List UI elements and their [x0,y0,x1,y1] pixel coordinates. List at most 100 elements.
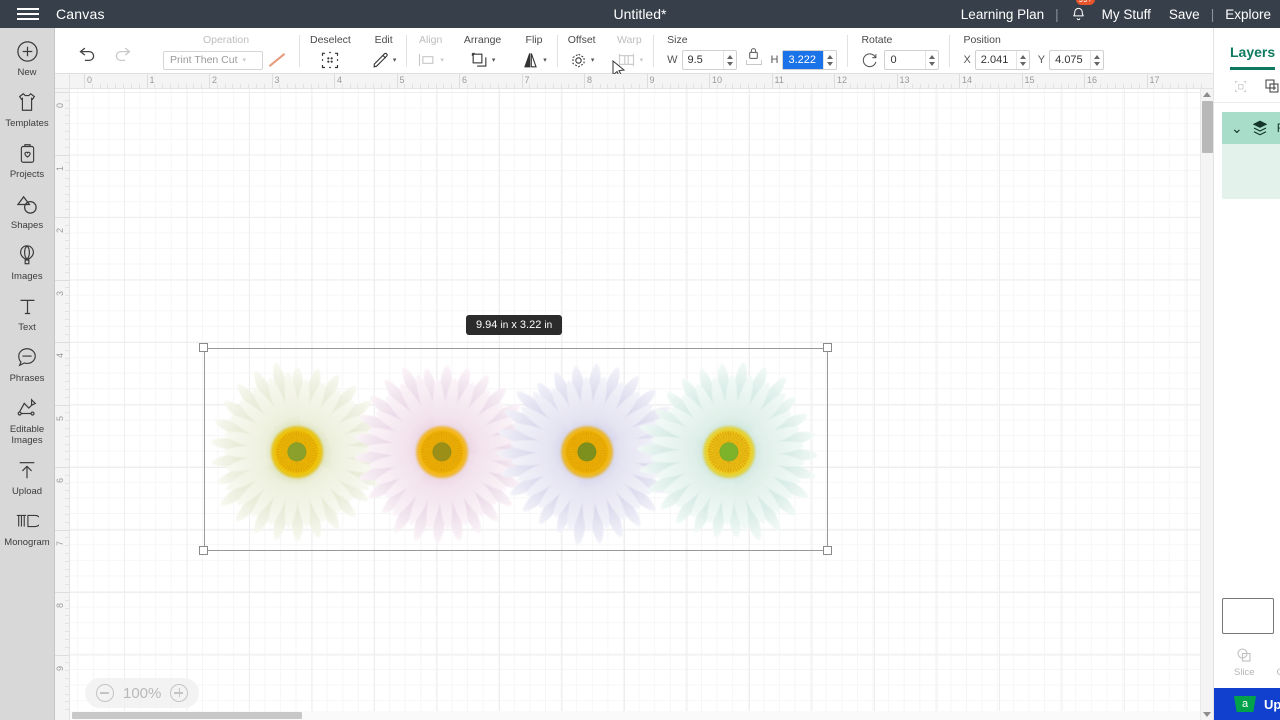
slice-button[interactable]: Slice [1234,646,1255,678]
ruler-minor-tick [65,302,69,304]
pencil-icon[interactable] [371,51,390,70]
width-stepper[interactable] [722,51,736,69]
vertical-ruler: 0 1 2 3 4 5 6 7 8 9 [55,89,70,720]
ruler-tick [396,74,398,88]
scroll-down-arrow-icon[interactable] [1203,712,1211,717]
chevron-down-icon[interactable]: ▾ [393,56,397,64]
ruler-tick [896,74,898,88]
sidebar-item-templates[interactable]: Templates [0,89,55,129]
height-value[interactable] [783,51,824,69]
ruler-tick [55,279,69,281]
redo-arrow-icon[interactable] [112,42,133,63]
chevron-down-icon[interactable]: ▾ [440,56,444,64]
offset-gear-icon[interactable] [569,51,588,70]
sidebar-item-images[interactable]: Images [0,242,55,282]
layer-header[interactable]: ⌄ Fl [1222,112,1280,144]
chevron-down-icon[interactable]: ▾ [543,56,547,64]
ruler-minor-tick [287,84,289,88]
ruler-minor-tick [65,107,69,109]
header-actions: Learning Plan | 99+ My Stuff Save | Expl… [952,0,1280,28]
layers-toolbar [1214,70,1280,103]
chevron-down-icon[interactable]: ▾ [640,56,644,64]
operation-select[interactable]: Print Then Cut ▾ [163,50,263,70]
ruler-minor-tick [65,365,69,367]
line-color-icon[interactable] [265,51,289,70]
selection-handle-top-left[interactable] [199,343,208,352]
pos-x-value[interactable] [975,51,1016,69]
sidebar-item-monogram[interactable]: Monogram [0,508,55,548]
chevron-down-icon[interactable]: ⌄ [1231,121,1243,135]
sidebar-item-new[interactable]: New [0,38,55,78]
header-canvas-label[interactable]: Canvas [56,6,105,22]
rotate-input[interactable] [884,50,940,70]
lock-closed-icon[interactable] [743,47,765,65]
dimension-tooltip: 9.94 in x 3.22 in [466,315,563,335]
ruler-minor-tick [982,84,984,88]
arrange-layers-icon[interactable] [470,51,489,70]
layer-sublayers [1222,144,1280,199]
sidebar-item-phrases[interactable]: Phrases [0,344,55,384]
explore-machine-selector[interactable]: Explore [1216,7,1280,22]
ruler-minor-tick [232,84,234,88]
slice-icon [1237,648,1251,662]
rotate-value[interactable] [885,51,926,69]
sidebar-item-text[interactable]: Text [0,293,55,333]
horizontal-scroll-thumb[interactable] [72,712,302,719]
vertical-scroll-thumb[interactable] [1202,101,1213,153]
layer-item[interactable]: ⌄ Fl [1222,112,1280,199]
ruler-minor-tick [1130,84,1132,88]
pos-x-stepper[interactable] [1015,51,1029,69]
plus-circle-icon[interactable] [170,684,189,702]
align-left-icon[interactable] [417,51,437,69]
sidebar-item-upload[interactable]: Upload [0,457,55,497]
ruler-minor-tick [65,623,69,625]
clipboard-heart-icon [17,140,38,166]
scroll-up-arrow-icon[interactable] [1203,92,1211,97]
deselect-marquee-icon[interactable] [320,50,340,70]
group-layers-icon[interactable] [1233,78,1248,95]
rotate-icon[interactable] [861,52,878,69]
undo-arrow-icon[interactable] [77,42,98,63]
rotate-stepper[interactable] [925,51,938,69]
upgrade-cta-button[interactable]: a Up t [1214,688,1280,720]
duplicate-layer-icon[interactable] [1264,77,1280,95]
notification-bell-icon[interactable]: 99+ [1067,0,1096,28]
canvas-area[interactable]: 0 1 2 3 4 5 6 7 8 9 10 11 12 13 14 15 16 17 0 1 2 3 4 5 6 7 8 9 9.… [55,74,1213,720]
selection-handle-top-right[interactable] [823,343,832,352]
width-value[interactable] [682,51,723,69]
ruler-tick [55,92,69,93]
save-button[interactable]: Save [1160,7,1209,22]
my-stuff-link[interactable]: My Stuff [1093,7,1160,22]
height-field-row: H [771,50,838,70]
pos-y-value[interactable] [1050,51,1091,69]
selection-handle-bottom-left[interactable] [199,546,208,555]
flip-horizontal-icon[interactable] [521,51,540,70]
width-input[interactable] [681,50,737,70]
hamburger-icon[interactable] [0,0,56,28]
pos-y-stepper[interactable] [1090,51,1103,69]
sidebar-item-shapes[interactable]: Shapes [0,191,55,231]
ruler-minor-tick [513,84,515,88]
canvas-vertical-scrollbar[interactable] [1200,89,1213,720]
pos-x-input[interactable] [974,50,1030,70]
canvas-horizontal-scrollbar[interactable] [70,711,1200,720]
height-stepper[interactable] [823,51,836,69]
ruler-minor-tick [568,84,570,88]
ruler-minor-tick [65,381,69,383]
warp-icon[interactable] [616,51,637,69]
chevron-down-icon[interactable]: ▾ [591,56,595,64]
learning-plan-link[interactable]: Learning Plan [952,7,1053,22]
ruler-minor-tick [65,638,69,640]
ruler-minor-tick [65,693,69,695]
sidebar-item-projects[interactable]: Projects [0,140,55,180]
sidebar-item-editable-images[interactable]: Editable Images [0,395,55,446]
height-input[interactable] [782,50,838,70]
combine-button[interactable]: Comb [1277,646,1280,678]
tab-layers[interactable]: Layers [1230,44,1276,70]
selection-bounding-box[interactable] [204,348,828,551]
pos-y-input[interactable] [1049,50,1105,70]
color-swatch[interactable] [1222,598,1274,634]
selection-handle-bottom-right[interactable] [823,546,832,555]
chevron-down-icon[interactable]: ▾ [492,56,496,64]
minus-circle-icon[interactable] [96,684,114,702]
